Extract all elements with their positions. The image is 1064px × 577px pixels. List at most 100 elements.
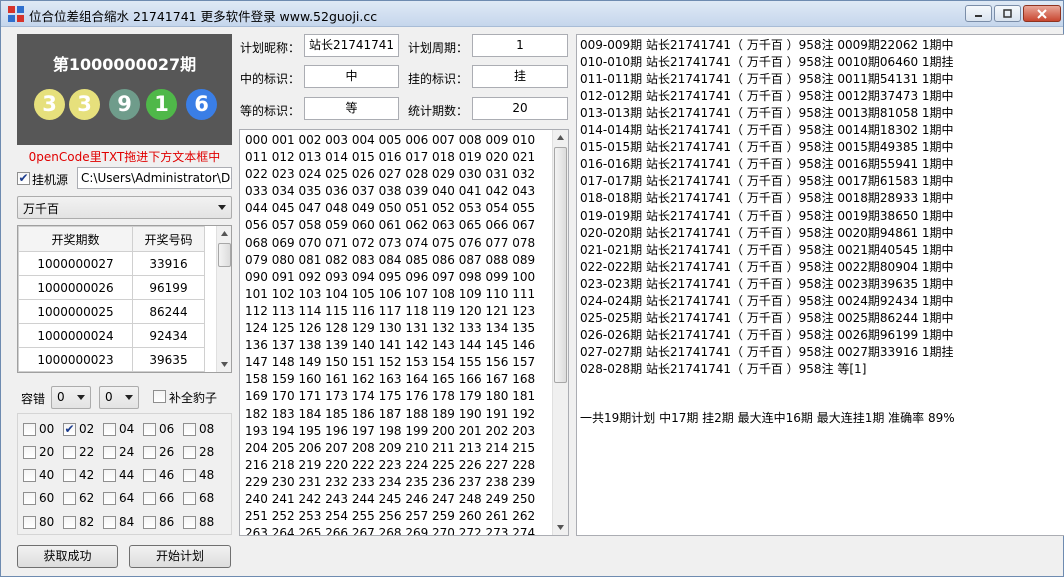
table-row[interactable]: 1000000026 96199 [18, 275, 205, 300]
table-row[interactable]: 1000000024 92434 [18, 323, 205, 348]
numbers-textarea[interactable]: 000 001 002 003 004 005 006 007 008 009 … [239, 129, 569, 536]
wait-mark-input[interactable]: 等 [304, 97, 399, 120]
start-plan-button[interactable]: 开始计划 [129, 545, 231, 568]
digit-checkbox[interactable]: ✔ [63, 423, 76, 436]
source-path-input[interactable]: C:\Users\Administrator\Desktop [77, 167, 232, 189]
table-row[interactable]: 1000000027 33916 [18, 251, 205, 276]
draw-ball: 9 [109, 89, 140, 120]
digit-checkbox[interactable] [143, 446, 156, 459]
log-line: 022-022期 站长21741741（ 万千百 ）958注 0022期8090… [580, 259, 954, 274]
digit-label: 04 [119, 422, 135, 436]
digit-checkbox[interactable] [23, 516, 36, 529]
history-table[interactable]: 开奖期数 开奖号码 1000000027 33916 1000000026 9619… [17, 225, 232, 373]
log-line: 027-027期 站长21741741（ 万千百 ）958注 0027期3391… [580, 344, 954, 359]
digit-checkbox[interactable] [23, 423, 36, 436]
digit-label: 24 [119, 445, 135, 459]
scroll-down-icon[interactable] [217, 357, 231, 372]
scroll-down-icon[interactable] [553, 520, 568, 535]
position-select[interactable]: 万千百 [17, 196, 232, 219]
log-line: 016-016期 站长21741741（ 万千百 ）958注 0016期5594… [580, 157, 954, 172]
digit-label: 22 [79, 445, 95, 459]
digit-label: 08 [199, 422, 215, 436]
cycle-label: 计划周期： [408, 41, 469, 55]
digit-checkbox[interactable] [143, 492, 156, 505]
fill-leopard-label: 补全豹子 [169, 391, 218, 405]
digit-checkbox[interactable] [63, 469, 76, 482]
fill-leopard-checkbox[interactable] [153, 390, 166, 403]
digit-label: 82 [79, 515, 95, 529]
digit-checkbox[interactable] [143, 423, 156, 436]
summary-text: 一共19期计划 中17期 挂2期 最大连中16期 最大连挂1期 准确率 89% [580, 411, 955, 425]
checkmark-icon: ✔ [64, 422, 75, 436]
digit-checkbox[interactable] [23, 446, 36, 459]
digit-checkbox[interactable] [103, 423, 116, 436]
cycle-input[interactable]: 1 [472, 34, 568, 57]
scroll-up-icon[interactable] [217, 226, 231, 241]
log-line: 009-009期 站长21741741（ 万千百 ）958注 0009期2206… [580, 38, 954, 52]
log-line: 025-025期 站长21741741（ 万千百 ）958注 0025期8624… [580, 310, 954, 325]
table-row[interactable]: 1000000025 86244 [18, 299, 205, 324]
log-line: 013-013期 站长21741741（ 万千百 ）958注 0013期8105… [580, 106, 954, 121]
row-number: 86244 [132, 299, 205, 324]
digit-checkbox[interactable] [143, 516, 156, 529]
table-row[interactable]: 1000000023 39635 [18, 347, 205, 372]
stat-periods-input[interactable]: 20 [472, 97, 568, 120]
digit-label: 40 [39, 468, 55, 482]
chevron-down-icon [218, 205, 226, 210]
chevron-down-icon [125, 395, 133, 400]
close-button[interactable] [1023, 5, 1061, 22]
log-line: 021-021期 站长21741741（ 万千百 ）958注 0021期4054… [580, 242, 954, 257]
hang-mark-input[interactable]: 挂 [472, 65, 568, 88]
title-bar[interactable]: 位合位差组合缩水 21741741 更多软件登录 www.52guoji.cc [1, 1, 1063, 27]
digit-label: 20 [39, 445, 55, 459]
minimize-button[interactable] [965, 5, 992, 22]
column-header-period[interactable]: 开奖期数 [18, 226, 133, 252]
digit-checkbox[interactable] [103, 446, 116, 459]
minimize-icon [975, 15, 982, 17]
digit-checkbox[interactable] [103, 469, 116, 482]
digit-checkbox[interactable] [183, 423, 196, 436]
numbers-scrollbar[interactable] [552, 130, 568, 535]
digit-checkbox[interactable] [103, 492, 116, 505]
digit-checkbox[interactable] [183, 446, 196, 459]
row-period: 1000000025 [18, 299, 133, 324]
draw-ball: 1 [146, 89, 177, 120]
hang-mark-label: 挂的标识： [408, 72, 469, 86]
digit-label: 64 [119, 491, 135, 505]
digit-checkbox[interactable] [183, 469, 196, 482]
nickname-label: 计划昵称： [240, 41, 301, 55]
log-line: 023-023期 站长21741741（ 万千百 ）958注 0023期3963… [580, 276, 954, 291]
maximize-button[interactable] [994, 5, 1021, 22]
digit-checkbox[interactable] [63, 446, 76, 459]
digit-checkbox[interactable] [63, 516, 76, 529]
column-header-number[interactable]: 开奖号码 [132, 226, 205, 252]
log-line: 014-014期 站长21741741（ 万千百 ）958注 0014期1830… [580, 123, 954, 138]
tolerance-select-2[interactable]: 0 [99, 386, 139, 409]
history-scrollbar[interactable] [216, 226, 231, 372]
scroll-up-icon[interactable] [553, 130, 568, 145]
row-number: 39635 [132, 347, 205, 372]
nickname-input[interactable]: 站长21741741 [304, 34, 399, 57]
digit-checkbox[interactable] [103, 516, 116, 529]
plan-log[interactable]: 009-009期 站长21741741（ 万千百 ）958注 0009期2206… [576, 34, 1064, 536]
scroll-thumb[interactable] [218, 243, 231, 267]
digit-checkbox[interactable] [23, 469, 36, 482]
log-line: 020-020期 站长21741741（ 万千百 ）958注 0020期9486… [580, 225, 954, 240]
digit-checkbox[interactable] [143, 469, 156, 482]
digit-checkbox[interactable] [63, 492, 76, 505]
digit-label: 62 [79, 491, 95, 505]
digit-checkbox[interactable] [23, 492, 36, 505]
app-window: 位合位差组合缩水 21741741 更多软件登录 www.52guoji.cc … [0, 0, 1064, 577]
source-checkbox[interactable]: ✔ [17, 172, 30, 185]
fetch-button[interactable]: 获取成功 [17, 545, 118, 568]
log-line: 010-010期 站长21741741（ 万千百 ）958注 0010期0646… [580, 55, 954, 70]
scroll-thumb[interactable] [554, 147, 567, 383]
log-line: 015-015期 站长21741741（ 万千百 ）958注 0015期4938… [580, 140, 954, 155]
hit-mark-label: 中的标识： [240, 72, 301, 86]
hit-mark-input[interactable]: 中 [304, 65, 399, 88]
digit-checkbox[interactable] [183, 492, 196, 505]
digit-checkbox[interactable] [183, 516, 196, 529]
tolerance-value-2: 0 [105, 390, 113, 404]
tolerance-select-1[interactable]: 0 [51, 386, 91, 409]
digit-label: 60 [39, 491, 55, 505]
